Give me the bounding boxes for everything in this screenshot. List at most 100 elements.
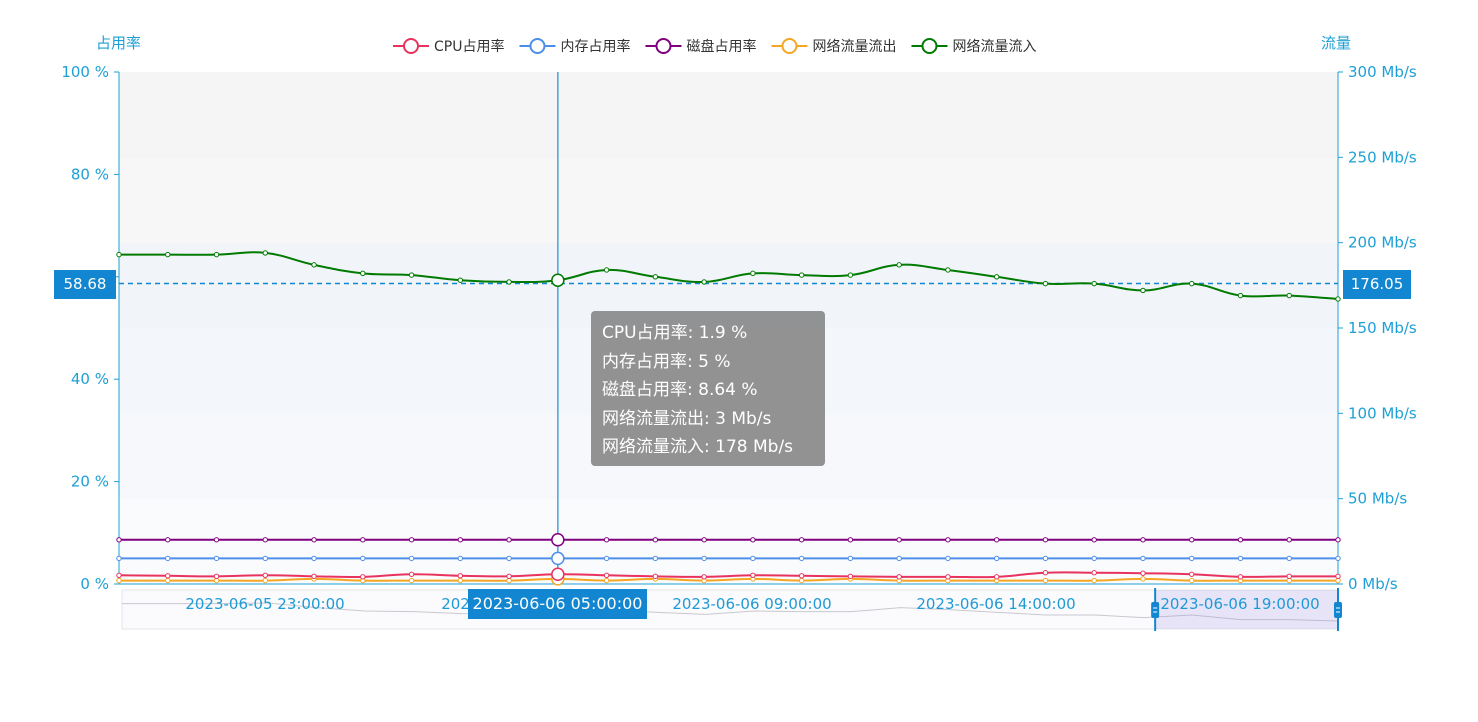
series-point xyxy=(311,537,317,543)
series-point xyxy=(603,555,610,562)
series-point xyxy=(408,537,415,543)
series-point xyxy=(506,573,512,580)
series-point xyxy=(945,555,951,562)
series-point xyxy=(1237,292,1244,299)
right-y-tick-label: 50 Mb/s xyxy=(1348,490,1407,508)
series-point xyxy=(116,572,122,578)
left-y-axis-name: 占用率 xyxy=(96,34,141,52)
legend-marker xyxy=(921,38,938,54)
series-point xyxy=(1335,555,1341,562)
series-point xyxy=(165,577,171,584)
series-point xyxy=(311,262,317,268)
series-point xyxy=(213,555,220,562)
series-point xyxy=(506,577,512,584)
series-point xyxy=(1042,570,1049,576)
series-point-highlighted xyxy=(551,551,565,566)
x-tick-label: 2023-06-06 19:00:00 xyxy=(1160,595,1319,613)
series-point xyxy=(896,574,902,580)
series-point xyxy=(750,572,756,578)
datazoom-handle-grip xyxy=(1334,602,1342,618)
series-point-highlighted xyxy=(551,533,565,547)
series-point xyxy=(750,537,756,543)
series-point xyxy=(1286,292,1292,299)
series-point xyxy=(798,573,805,579)
series-point xyxy=(847,573,854,580)
series-point xyxy=(701,555,707,562)
series-point xyxy=(1091,570,1097,576)
series-point xyxy=(116,537,122,543)
legend-label: 网络流量流入 xyxy=(952,39,1036,55)
series-point xyxy=(165,251,171,258)
legend-marker xyxy=(655,38,672,54)
right-y-tick-label: 300 Mb/s xyxy=(1348,63,1417,81)
series-point xyxy=(457,537,464,543)
series-point xyxy=(603,267,610,273)
right-y-tick-label: 200 Mb/s xyxy=(1348,234,1417,252)
series-point xyxy=(213,573,220,580)
legend-marker xyxy=(781,38,798,54)
series-point xyxy=(1189,537,1195,543)
tooltip-line-cpu: CPU占用率: 1.9 % xyxy=(602,323,748,343)
series-point xyxy=(652,537,659,543)
left-y-tick-label: 40 % xyxy=(71,370,109,388)
series-point-highlighted xyxy=(551,273,565,287)
series-point xyxy=(116,251,122,258)
series-point xyxy=(1140,576,1146,582)
series-point xyxy=(262,537,268,543)
background-band xyxy=(119,72,1338,158)
series-point xyxy=(213,537,220,543)
series-point xyxy=(1335,573,1341,580)
legend-item: 磁盘占用率 xyxy=(645,38,756,55)
right-y-axis-name: 流量 xyxy=(1321,34,1351,52)
series-point xyxy=(116,555,122,562)
legend-item: 网络流量流入 xyxy=(911,38,1036,55)
series-point xyxy=(506,537,512,543)
series-point xyxy=(1042,555,1049,562)
series-point xyxy=(1286,537,1292,543)
series-point xyxy=(262,555,268,562)
series-point xyxy=(1189,577,1195,584)
series-point xyxy=(408,571,415,577)
crosshair-right-value-badge: 176.05 xyxy=(1343,270,1411,299)
series-point xyxy=(1335,537,1341,543)
series-point xyxy=(993,274,1000,280)
series-point xyxy=(457,555,464,562)
series-point xyxy=(408,555,415,562)
series-point xyxy=(993,537,1000,543)
series-point xyxy=(1091,577,1097,584)
series-point xyxy=(506,279,512,285)
legend-label: 内存占用率 xyxy=(560,38,630,55)
tooltip-line-memory: 内存占用率: 5 % xyxy=(602,351,731,372)
series-point xyxy=(798,272,805,278)
series-point xyxy=(311,573,317,580)
series-point xyxy=(165,573,171,579)
legend-marker xyxy=(403,38,419,54)
series-point xyxy=(408,272,415,278)
series-point xyxy=(1237,537,1244,543)
tooltip-line-net-out: 网络流量流出: 3 Mb/s xyxy=(602,408,772,429)
series-point xyxy=(1140,287,1146,294)
series-point xyxy=(993,555,1000,562)
series-point xyxy=(1189,571,1195,577)
series-point xyxy=(165,537,171,543)
series-point xyxy=(896,262,902,268)
series-point xyxy=(457,277,464,283)
series-point xyxy=(1286,555,1292,562)
series-point xyxy=(945,574,951,580)
tooltip-line-net-in: 网络流量流入: 178 Mb/s xyxy=(602,437,794,457)
series-point xyxy=(652,573,659,580)
series-point xyxy=(847,555,854,562)
crosshair-left-value-badge: 58.68 xyxy=(54,270,116,299)
series-point xyxy=(1140,537,1146,543)
legend-item: CPU占用率 xyxy=(393,38,504,55)
crosshair-x-value-badge: 2023-06-06 05:00:00 xyxy=(468,589,647,619)
series-point xyxy=(1237,555,1244,562)
series-point xyxy=(1237,574,1244,580)
series-point-highlighted xyxy=(551,567,565,582)
series-point xyxy=(457,577,464,584)
left-y-tick-label: 80 % xyxy=(71,165,109,183)
x-tick-label: 2023-06-06 14:00:00 xyxy=(916,595,1075,613)
series-point xyxy=(360,270,366,277)
series-point xyxy=(1335,577,1341,584)
legend-label: CPU占用率 xyxy=(434,38,504,55)
